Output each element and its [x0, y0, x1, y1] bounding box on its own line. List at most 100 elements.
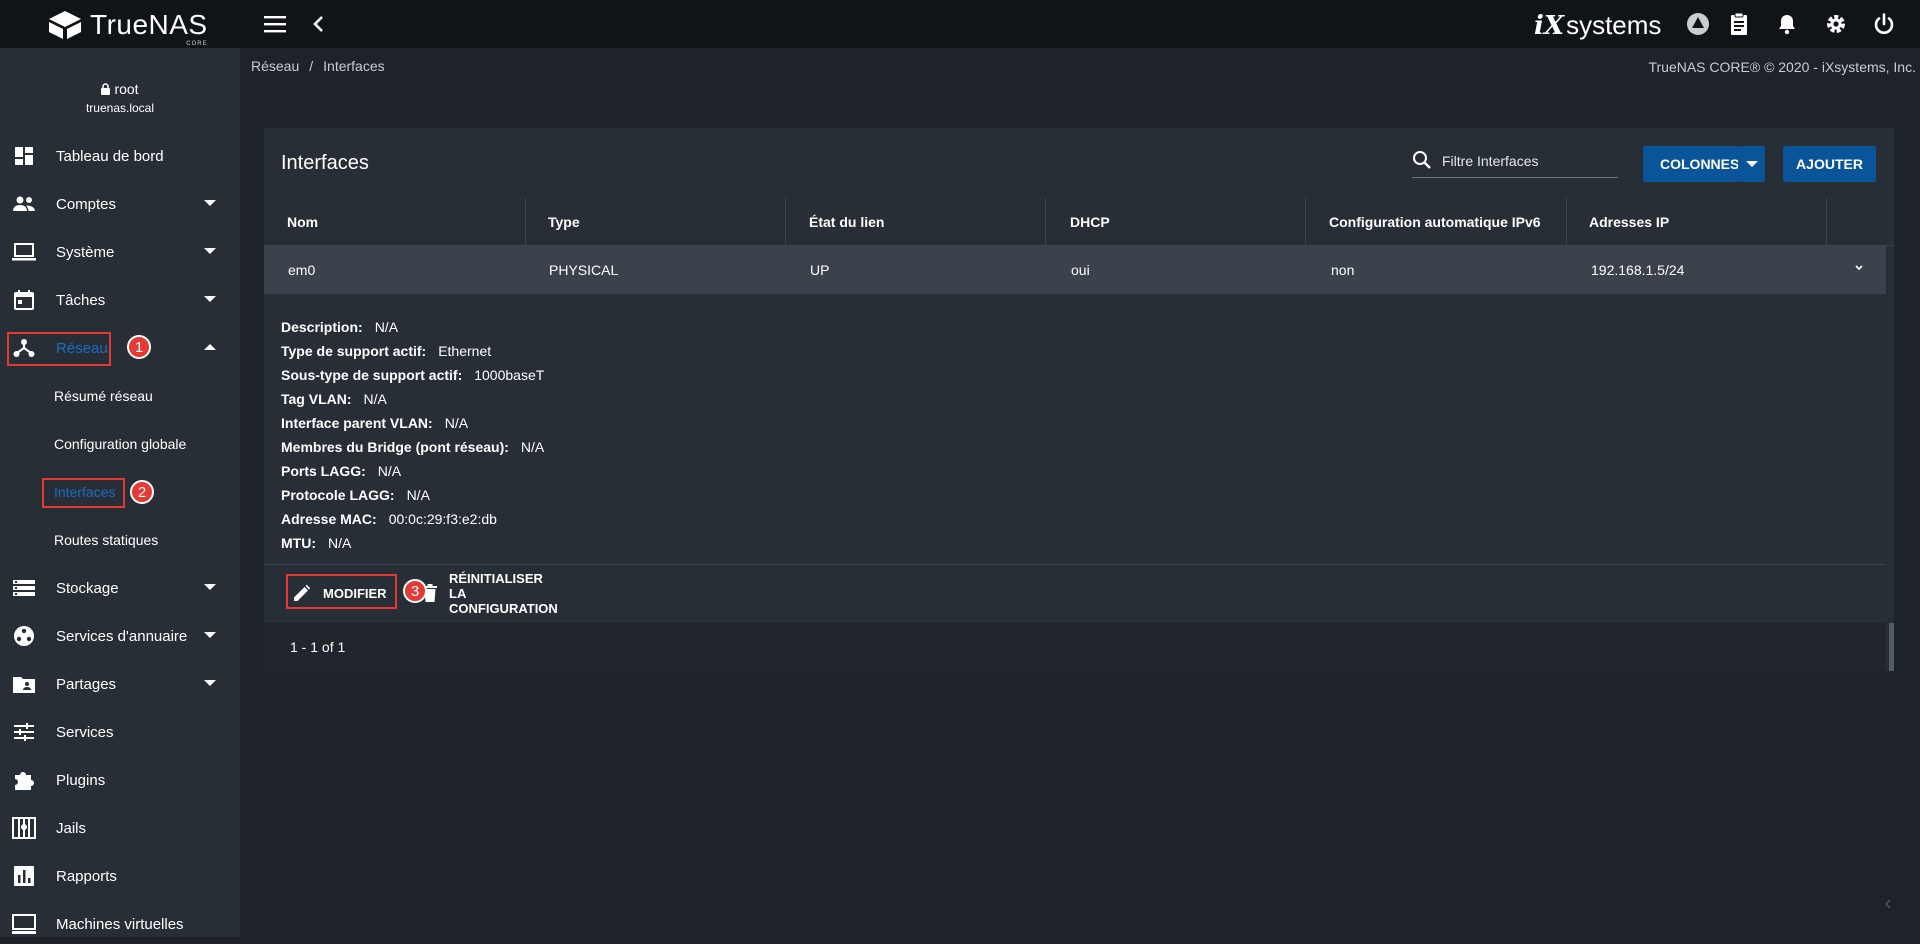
brand-name: TrueNAS CORE	[90, 9, 208, 47]
add-button-label: AJOUTER	[1796, 156, 1863, 172]
sidebar-item-services[interactable]: Services	[0, 712, 240, 752]
sidebar-subitem-network-summary[interactable]: Résumé réseau	[0, 376, 240, 416]
detail-media-subtype: Sous-type de support actif: 1000baseT	[281, 363, 544, 387]
chevron-left-icon[interactable]	[1880, 896, 1896, 912]
card-title: Interfaces	[281, 152, 369, 174]
laptop-icon	[12, 240, 36, 264]
shared-folder-icon	[12, 672, 36, 696]
sidebar-item-shares[interactable]: Partages	[0, 664, 240, 704]
sidebar-item-label: Plugins	[56, 771, 106, 789]
reset-config-label: RÉINITIALISER LA CONFIGURATION	[449, 570, 558, 616]
sidebar-item-label: Machines virtuelles	[56, 915, 184, 933]
breadcrumb: Réseau / Interfaces	[251, 58, 385, 74]
cell-type: PHYSICAL	[549, 262, 619, 278]
power-icon[interactable]	[1872, 12, 1896, 36]
sidebar-item-tasks[interactable]: Tâches	[0, 280, 240, 320]
filter-field[interactable]	[1412, 148, 1618, 178]
detail-label: Protocole LAGG:	[281, 487, 395, 503]
divider	[264, 564, 1886, 565]
caret-down-icon	[204, 680, 218, 688]
column-divider	[1305, 198, 1306, 246]
detail-label: Sous-type de support actif:	[281, 367, 463, 383]
sidebar-item-virtual-machines[interactable]: Machines virtuelles	[0, 904, 240, 944]
detail-label: Description:	[281, 319, 363, 335]
filter-input[interactable]	[1442, 148, 1612, 174]
breadcrumb-current: Interfaces	[323, 58, 385, 74]
detail-description: Description: N/A	[281, 315, 544, 339]
column-header-dhcp[interactable]: DHCP	[1070, 198, 1110, 246]
detail-value: 00:0c:29:f3:e2:db	[388, 511, 497, 527]
detail-value: N/A	[520, 439, 545, 455]
gear-icon[interactable]	[1824, 12, 1848, 36]
menu-icon[interactable]	[264, 14, 288, 34]
annotation-box-edit	[286, 574, 397, 609]
detail-value: Ethernet	[438, 343, 492, 359]
breadcrumb-separator: /	[309, 58, 314, 74]
reset-config-button[interactable]: RÉINITIALISER LA CONFIGURATION	[423, 571, 558, 616]
truenas-logo[interactable]: TrueNAS CORE	[48, 9, 208, 47]
truenas-logo-icon	[48, 10, 82, 40]
column-header-ip-addresses[interactable]: Adresses IP	[1589, 198, 1669, 246]
cell-dhcp: oui	[1071, 262, 1090, 278]
sidebar-item-label: Services d'annuaire	[56, 627, 188, 645]
detail-media-type: Type de support actif: Ethernet	[281, 339, 544, 363]
breadcrumb-parent[interactable]: Réseau	[251, 58, 299, 74]
cell-name: em0	[288, 262, 316, 278]
column-header-ipv6-auto[interactable]: Configuration automatique IPv6	[1329, 198, 1541, 246]
annotation-badge-1: 1	[127, 335, 151, 359]
sidebar-item-label: Tâches	[56, 291, 106, 309]
caret-down-icon	[204, 296, 218, 304]
calendar-icon	[12, 288, 36, 312]
add-button[interactable]: AJOUTER	[1783, 146, 1876, 182]
search-icon	[1412, 150, 1432, 170]
caret-down-icon	[1745, 160, 1758, 168]
user-info: root truenas.local	[0, 81, 240, 115]
truecommand-icon[interactable]	[1686, 12, 1710, 36]
sidebar-item-system[interactable]: Système	[0, 232, 240, 272]
puzzle-icon	[12, 768, 36, 792]
storage-icon	[12, 576, 36, 600]
detail-value: N/A	[328, 535, 352, 551]
bar-chart-icon	[12, 864, 36, 888]
clipboard-icon[interactable]	[1727, 12, 1751, 36]
sidebar-item-reports[interactable]: Rapports	[0, 856, 240, 896]
columns-button[interactable]: COLONNES	[1643, 146, 1739, 182]
sidebar-subitem-global-config[interactable]: Configuration globale	[0, 424, 240, 464]
sidebar-item-jails[interactable]: Jails	[0, 808, 240, 848]
scrollbar[interactable]	[1889, 623, 1894, 671]
detail-vlan-tag: Tag VLAN: N/A	[281, 387, 544, 411]
columns-dropdown-button[interactable]	[1738, 146, 1765, 182]
column-header-type[interactable]: Type	[548, 198, 580, 246]
column-header-name[interactable]: Nom	[287, 198, 318, 246]
sidebar-item-label: Rapports	[56, 867, 117, 885]
detail-mtu: MTU: N/A	[281, 531, 544, 555]
annotation-badge-3: 3	[403, 579, 427, 603]
chevron-left-icon[interactable]	[308, 12, 330, 36]
chevron-down-icon[interactable]	[1853, 262, 1865, 272]
directory-icon	[12, 624, 36, 648]
sidebar-item-label: Comptes	[56, 195, 117, 213]
annotation-box-network	[7, 332, 111, 366]
cell-ip-addresses: 192.168.1.5/24	[1591, 262, 1685, 278]
bell-icon[interactable]	[1775, 12, 1799, 36]
cell-ipv6-auto: non	[1331, 262, 1355, 278]
sidebar-item-accounts[interactable]: Comptes	[0, 184, 240, 224]
ixsystems-logo[interactable]: iX systems	[1534, 10, 1661, 41]
sidebar-item-dashboard[interactable]: Tableau de bord	[0, 136, 240, 176]
sidebar-item-storage[interactable]: Stockage	[0, 568, 240, 608]
sidebar-item-plugins[interactable]: Plugins	[0, 760, 240, 800]
table-header: Nom Type État du lien DHCP Configuration…	[264, 198, 1894, 246]
column-header-link-state[interactable]: État du lien	[809, 198, 884, 246]
detail-value: N/A	[374, 319, 399, 335]
sidebar-subitem-static-routes[interactable]: Routes statiques	[0, 520, 240, 560]
column-divider	[785, 198, 786, 246]
detail-value: 1000baseT	[474, 367, 545, 383]
user-name: root	[0, 81, 240, 97]
detail-value: N/A	[377, 463, 402, 479]
computer-icon	[12, 912, 36, 936]
detail-lagg-ports: Ports LAGG: N/A	[281, 459, 544, 483]
table-row[interactable]: em0 PHYSICAL UP oui non 192.168.1.5/24	[264, 246, 1886, 294]
sidebar-item-directory-services[interactable]: Services d'annuaire	[0, 616, 240, 656]
dashboard-icon	[12, 144, 36, 168]
column-divider	[525, 198, 526, 246]
